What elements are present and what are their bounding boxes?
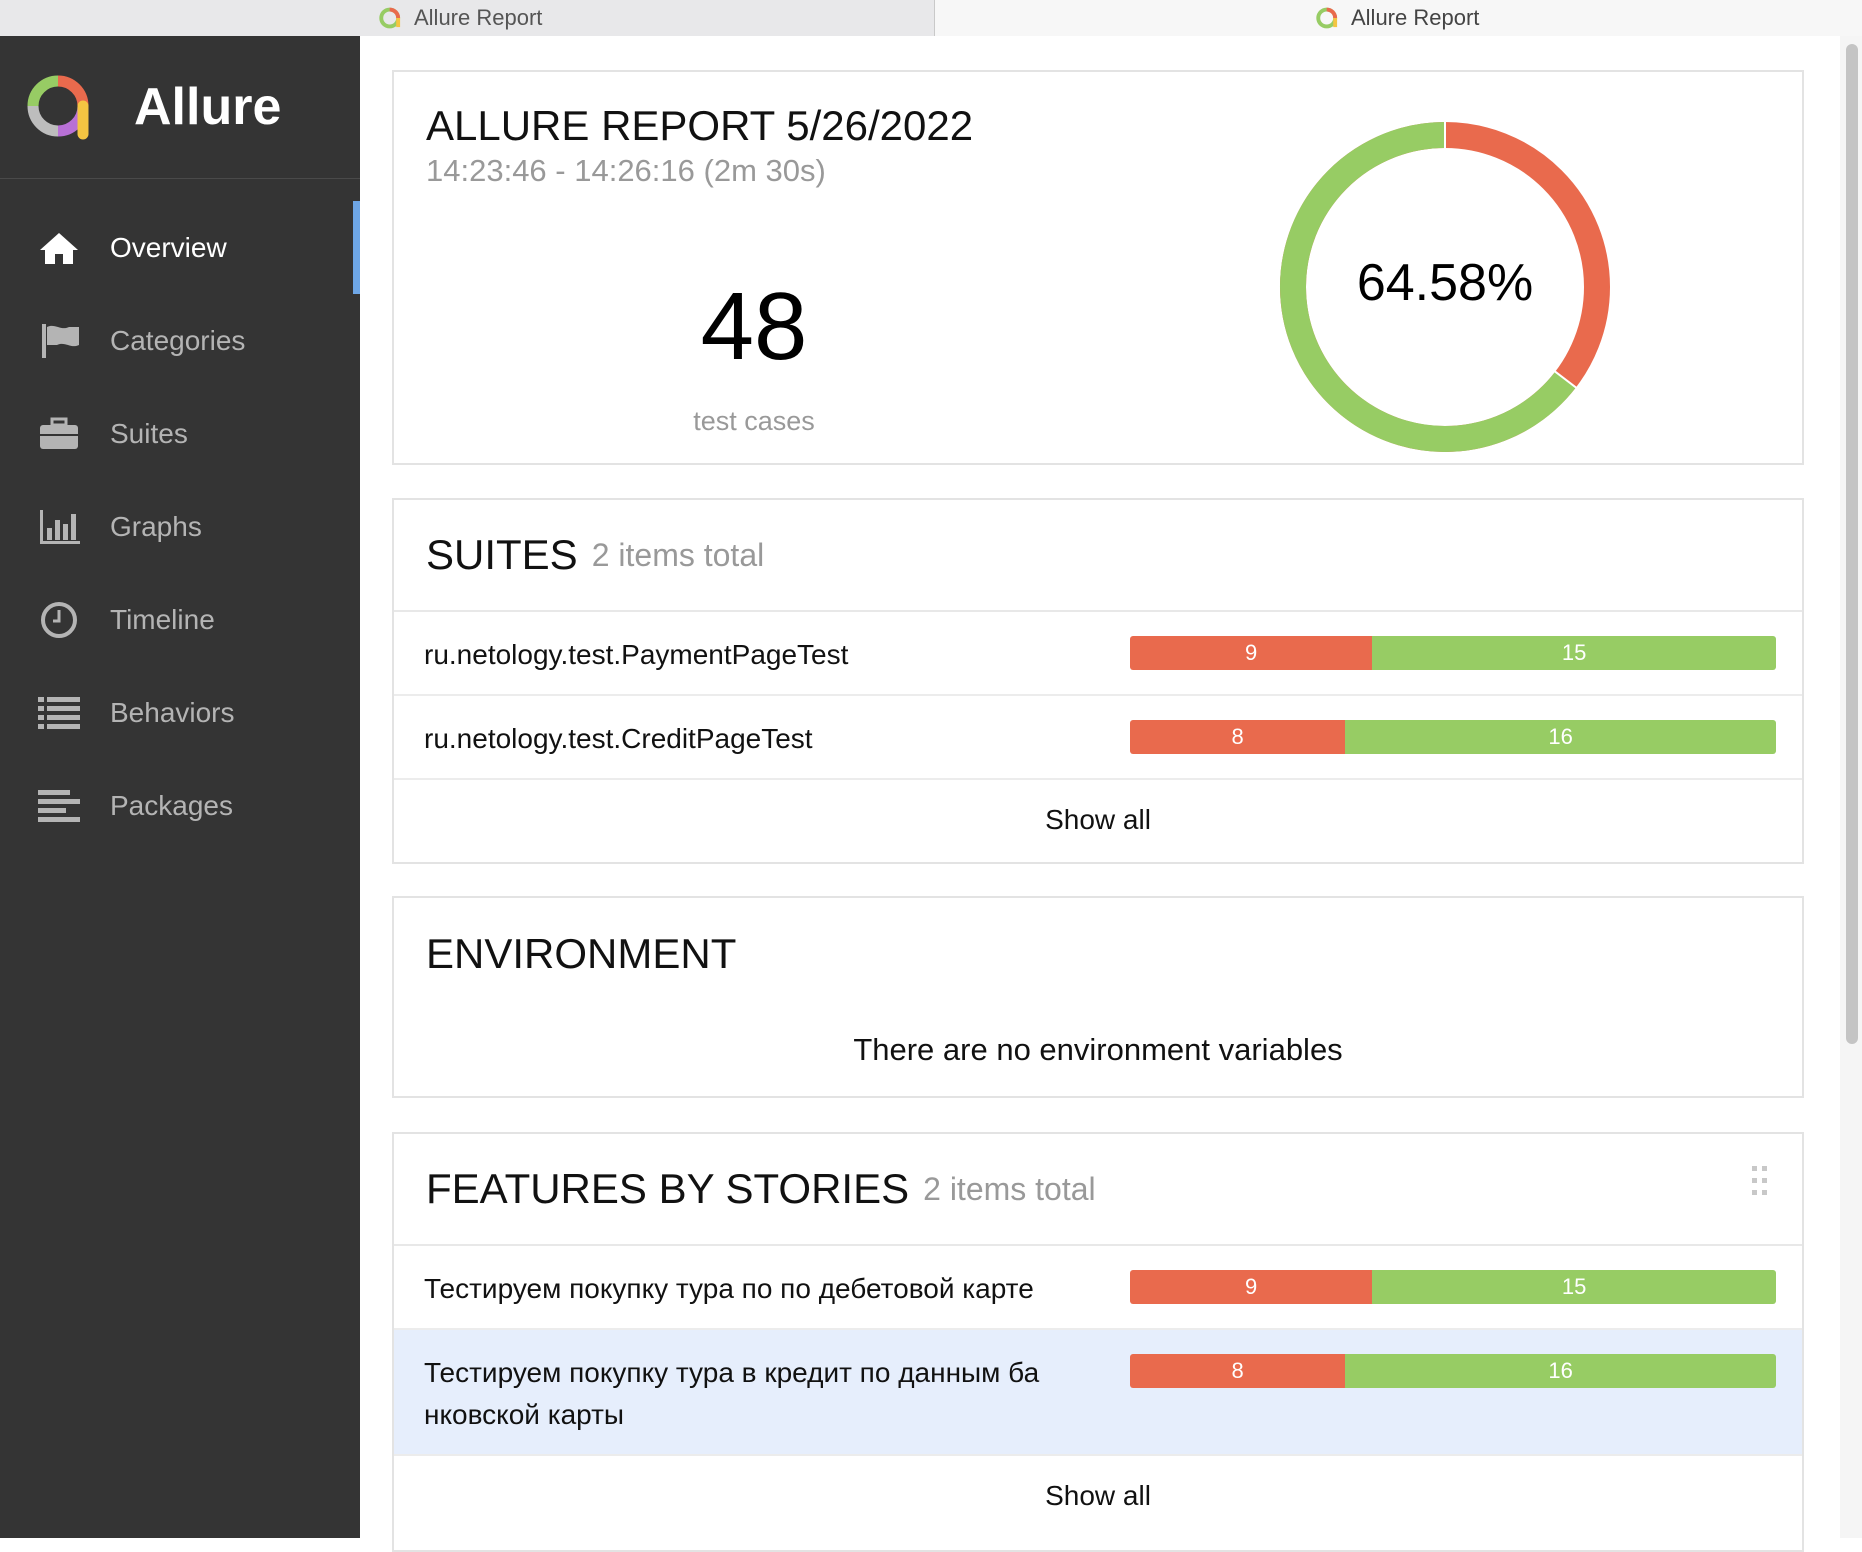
feature-row[interactable]: Тестируем покупку тура в кредит по данны… (394, 1330, 1802, 1456)
passed-segment: 15 (1372, 636, 1776, 670)
sidebar-item-behaviors[interactable]: Behaviors (0, 666, 360, 759)
briefcase-icon (38, 413, 80, 455)
passed-segment: 16 (1345, 1354, 1776, 1388)
features-count: 2 items total (923, 1170, 1096, 1207)
browser-tab-title: Allure Report (1351, 5, 1480, 30)
sidebar-item-suites[interactable]: Suites (0, 387, 360, 480)
feature-row[interactable]: Тестируем покупку тура по по дебетовой к… (394, 1246, 1802, 1330)
feature-name: Тестируем покупку тура в кредит по данны… (424, 1357, 1040, 1430)
sidebar-item-categories[interactable]: Categories (0, 294, 360, 387)
sidebar-item-label: Categories (110, 324, 246, 356)
test-case-count: 48 (700, 273, 808, 380)
test-case-count-label: test cases (693, 406, 815, 436)
suite-name: ru.netology.test.PaymentPageTest (424, 639, 849, 670)
failed-segment: 8 (1130, 720, 1346, 754)
failed-segment: 8 (1130, 1354, 1346, 1388)
browser-tab-1[interactable]: Allure Report (0, 0, 935, 36)
align-left-icon (38, 785, 80, 827)
browser-tab-title: Allure Report (414, 5, 543, 30)
allure-logo-icon (379, 7, 401, 29)
status-bar: 8 16 (1130, 1354, 1776, 1388)
features-header: FEATURES BY STORIES 2 items total (394, 1134, 1802, 1246)
home-icon (38, 227, 80, 269)
drag-handle-icon[interactable] (1752, 1166, 1768, 1196)
suite-row[interactable]: ru.netology.test.CreditPageTest 8 16 (394, 696, 1802, 780)
sidebar-item-graphs[interactable]: Graphs (0, 480, 360, 573)
suites-show-all-link[interactable]: Show all (394, 780, 1802, 860)
environment-widget: ENVIRONMENT There are no environment var… (392, 896, 1804, 1098)
flag-icon (38, 320, 80, 362)
features-by-stories-widget: FEATURES BY STORIES 2 items total Тестир… (392, 1132, 1804, 1552)
failed-segment: 9 (1130, 1270, 1373, 1304)
sidebar-item-label: Overview (110, 231, 227, 263)
browser-tab-2[interactable]: Allure Report (935, 0, 1862, 36)
clock-icon (38, 599, 80, 641)
suite-row[interactable]: ru.netology.test.PaymentPageTest 9 15 (394, 612, 1802, 696)
allure-logo-icon (1316, 7, 1338, 29)
features-title: FEATURES BY STORIES (426, 1165, 910, 1212)
sidebar-item-timeline[interactable]: Timeline (0, 573, 360, 666)
brand-name: Allure (134, 78, 282, 136)
environment-empty-message: There are no environment variables (853, 1032, 1343, 1067)
feature-name: Тестируем покупку тура по по дебетовой к… (424, 1273, 1034, 1304)
scrollbar-thumb[interactable] (1846, 44, 1858, 1044)
main-content: ALLURE REPORT 5/26/2022 14:23:46 - 14:26… (360, 36, 1862, 1552)
failed-segment: 9 (1130, 636, 1373, 670)
report-title: ALLURE REPORT 5/26/2022 (426, 102, 974, 149)
sidebar-item-overview[interactable]: Overview (0, 201, 360, 294)
scrollbar[interactable] (1840, 36, 1862, 1538)
browser-tab-strip: Allure Report Allure Report (0, 0, 1862, 37)
status-bar: 9 15 (1130, 1270, 1776, 1304)
suites-header: SUITES 2 items total (394, 500, 1802, 612)
sidebar-item-packages[interactable]: Packages (0, 759, 360, 852)
status-bar: 8 16 (1130, 720, 1776, 754)
sidebar-item-label: Suites (110, 417, 188, 449)
passed-segment: 16 (1345, 720, 1776, 754)
brand[interactable]: Allure (0, 36, 360, 179)
suites-widget: SUITES 2 items total ru.netology.test.Pa… (392, 498, 1804, 864)
summary-widget: ALLURE REPORT 5/26/2022 14:23:46 - 14:26… (392, 70, 1804, 465)
suites-count: 2 items total (591, 536, 765, 573)
sidebar-item-label: Graphs (110, 510, 202, 542)
sidebar-nav: Overview Categories Suites Graphs Timeli… (0, 201, 360, 852)
report-time-range: 14:23:46 - 14:26:16 (2m 30s) (426, 153, 826, 188)
pass-rate-percentage: 64.58% (1356, 254, 1534, 312)
sidebar: Allure Overview Categories Suites Graphs (0, 36, 360, 1538)
sidebar-item-label: Timeline (110, 603, 215, 635)
passed-segment: 15 (1372, 1270, 1776, 1304)
sidebar-item-label: Behaviors (110, 696, 235, 728)
list-icon (38, 692, 80, 734)
suite-name: ru.netology.test.CreditPageTest (424, 723, 813, 754)
sidebar-item-label: Packages (110, 789, 233, 821)
allure-logo-icon (27, 75, 89, 140)
status-bar: 9 15 (1130, 636, 1776, 670)
environment-title: ENVIRONMENT (426, 930, 737, 977)
suites-title: SUITES (426, 531, 578, 578)
features-show-all-link[interactable]: Show all (394, 1456, 1802, 1536)
bar-chart-icon (38, 506, 80, 548)
